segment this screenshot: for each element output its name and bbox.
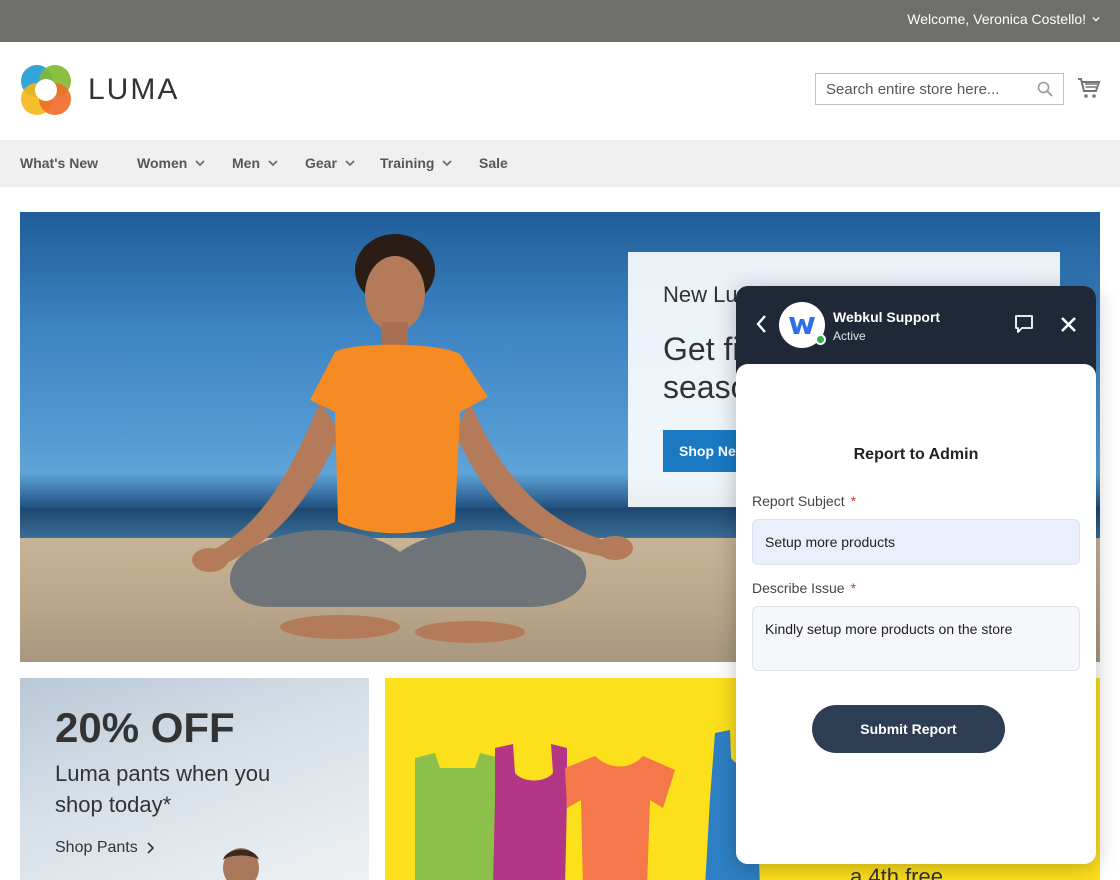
required-mark: * (850, 580, 857, 596)
search-input[interactable] (816, 74, 1031, 104)
luma-logo-icon (21, 65, 71, 115)
back-arrow-icon[interactable] (754, 314, 770, 334)
nav-item-men[interactable]: Men (232, 155, 278, 171)
required-mark: * (850, 493, 857, 509)
luma-logo[interactable]: LUMA (20, 64, 179, 116)
nav-item-gear[interactable]: Gear (305, 155, 355, 171)
pants-promo-banner[interactable]: 20% OFF Luma pants when you shop today* … (20, 678, 369, 880)
welcome-menu[interactable]: Welcome, Veronica Costello! (907, 11, 1100, 27)
welcome-text: Welcome, Veronica Costello! (907, 11, 1086, 27)
header: LUMA (0, 42, 1120, 140)
shop-pants-link[interactable]: Shop Pants (55, 839, 154, 857)
chevron-down-icon (195, 160, 205, 167)
logo-text: LUMA (88, 73, 180, 106)
nav-item-label: Gear (305, 155, 337, 171)
top-bar: Welcome, Veronica Costello! (0, 0, 1120, 42)
close-icon[interactable] (1060, 316, 1077, 333)
main-nav: What's New Women Men Gear Training Sale (0, 140, 1120, 187)
cart-icon[interactable] (1077, 76, 1101, 100)
man-image (223, 848, 259, 880)
chevron-down-icon (345, 160, 355, 167)
nav-item-women[interactable]: Women (137, 155, 205, 171)
nav-item-label: Training (380, 155, 435, 171)
tees-caption: a 4th free (850, 864, 943, 880)
nav-item-label: What's New (20, 155, 99, 171)
promo-text: Luma pants when you shop today* (55, 761, 271, 817)
agent-name: Webkul Support (833, 309, 941, 325)
chat-bubble-icon[interactable] (1014, 314, 1034, 334)
promo-headline: 20% OFF (55, 704, 235, 751)
online-status-dot (815, 334, 826, 345)
report-form-title: Report to Admin (853, 446, 979, 463)
nav-item-training[interactable]: Training (380, 155, 453, 171)
nav-item-whats-new[interactable]: What's New (20, 155, 98, 171)
report-form: Report to Admin Report Subject * Setup mo… (736, 364, 1096, 864)
search-icon[interactable] (1037, 81, 1053, 97)
report-subject-label-text: Report Subject (752, 493, 845, 509)
describe-issue-textarea[interactable]: Kindly setup more products on the store (752, 606, 1080, 671)
report-subject-label: Report Subject * (752, 493, 856, 509)
report-subject-input[interactable]: Setup more products (752, 519, 1080, 565)
shop-pants-label: Shop Pants (55, 839, 138, 856)
search-box (815, 73, 1064, 105)
yoga-woman-image (192, 234, 633, 643)
nav-item-label: Sale (479, 155, 508, 171)
chevron-down-icon (442, 160, 453, 167)
chevron-down-icon (268, 160, 278, 167)
chevron-down-icon (1092, 16, 1100, 22)
nav-item-sale[interactable]: Sale (479, 155, 508, 171)
chat-header: Webkul Support Active (736, 286, 1096, 376)
nav-item-label: Women (137, 155, 188, 171)
agent-status: Active (833, 329, 866, 343)
chevron-right-icon (147, 842, 154, 854)
support-chat-widget: Webkul Support Active Report to Admin Re… (736, 286, 1096, 864)
submit-report-button[interactable]: Submit Report (812, 705, 1005, 753)
describe-issue-label-text: Describe Issue (752, 580, 845, 596)
describe-issue-label: Describe Issue * (752, 580, 856, 596)
nav-item-label: Men (232, 155, 260, 171)
